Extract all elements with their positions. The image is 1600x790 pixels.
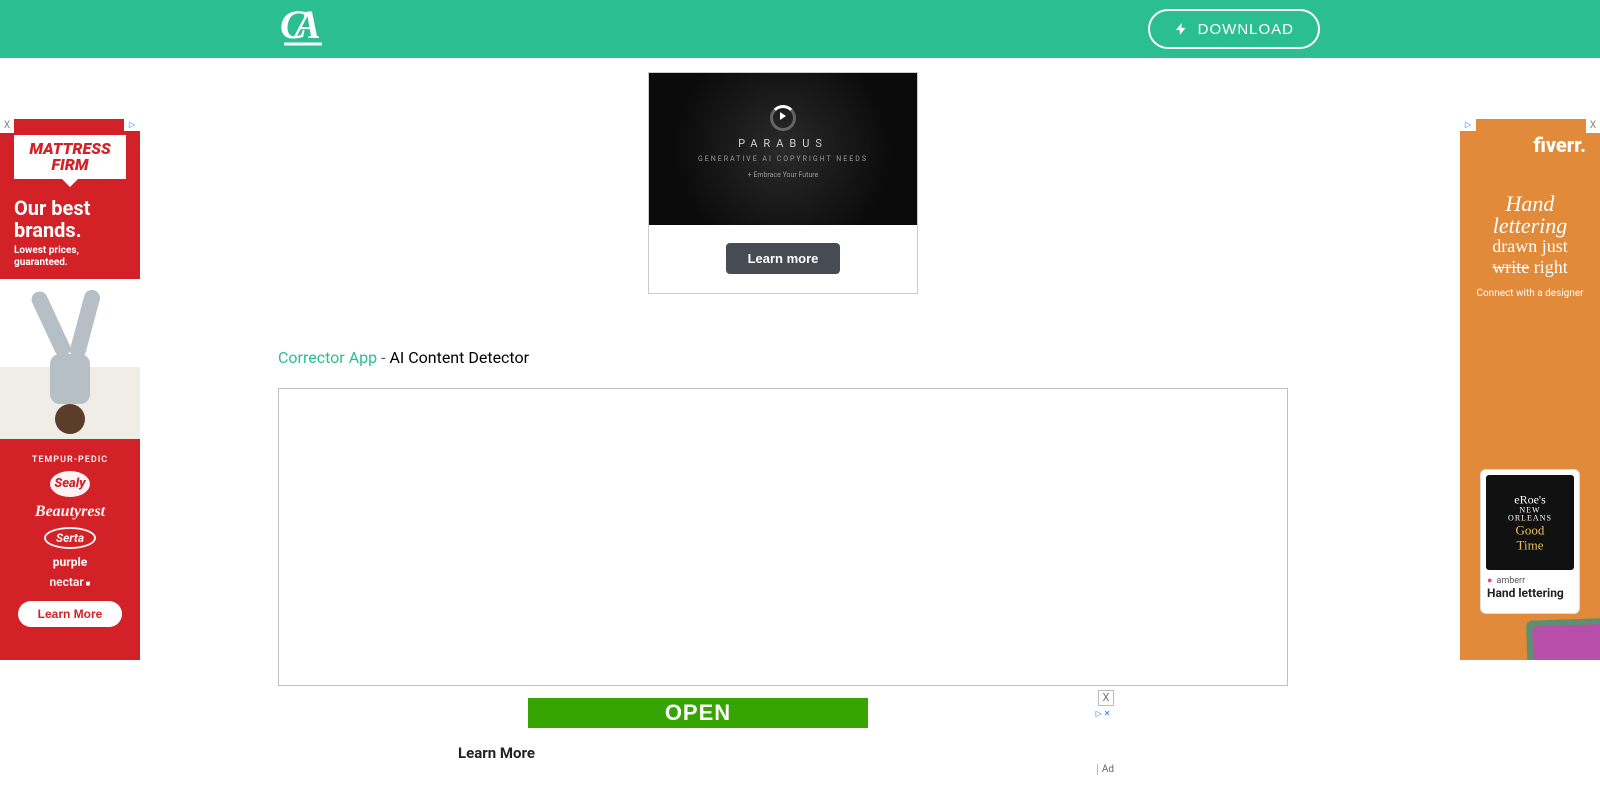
ad-card-user: amberr: [1481, 575, 1579, 586]
breadcrumb: Corrector App - AI Content Detector: [278, 348, 529, 367]
adchoices-icon[interactable]: ▷: [1460, 119, 1476, 131]
loading-spinner-icon: [770, 105, 796, 131]
breadcrumb-home-link[interactable]: Corrector App: [278, 348, 377, 367]
breadcrumb-current: AI Content Detector: [389, 348, 529, 367]
ca-logo-icon: C A: [280, 4, 326, 48]
right-sidebar-ad[interactable]: ▷ X fiverr Hand lettering drawn just wri…: [1460, 119, 1600, 660]
bottom-banner-ad[interactable]: X ▷ ✕ OPEN Learn More Ad: [458, 698, 1108, 762]
ad-open-button[interactable]: OPEN: [528, 698, 868, 728]
ad-subtitle-2: + Embrace Your Future: [649, 171, 917, 179]
download-label: DOWNLOAD: [1198, 21, 1294, 38]
ad-copy: Hand lettering drawn just write right: [1460, 157, 1600, 278]
ad-close-button[interactable]: X: [1098, 690, 1114, 706]
ad-photo: [0, 279, 140, 439]
top-banner-ad[interactable]: ▷ ✕ PARABUS GENERATIVE AI COPYRIGHT NEED…: [648, 72, 918, 294]
download-button[interactable]: DOWNLOAD: [1148, 9, 1320, 49]
bolt-icon: [1174, 22, 1188, 36]
breadcrumb-separator: -: [377, 348, 389, 367]
adchoices-icon[interactable]: ▷ ✕: [1092, 708, 1114, 720]
ad-subtitle: GENERATIVE AI COPYRIGHT NEEDS: [649, 155, 917, 163]
ad-background-card: Hand lettering: [1526, 617, 1600, 660]
ad-learn-more-button[interactable]: Learn more: [726, 243, 841, 274]
ad-card-art: eRoe's NEW ORLEANS Good Time: [1486, 475, 1574, 570]
content-input[interactable]: [278, 388, 1288, 686]
ad-subhead: Lowest prices, guaranteed.: [0, 245, 140, 269]
ad-connect-text: Connect with a designer: [1460, 288, 1600, 299]
ad-headline: Our best brands.: [0, 189, 140, 245]
ad-video-placeholder[interactable]: PARABUS GENERATIVE AI COPYRIGHT NEEDS + …: [649, 73, 917, 225]
left-sidebar-ad[interactable]: X ▷ MATTRESS FIRM Our best brands. Lowes…: [0, 119, 140, 660]
svg-text:A: A: [291, 4, 321, 47]
ad-card-title: Hand lettering: [1481, 586, 1579, 600]
ad-label: Ad: [1097, 764, 1114, 775]
ad-learn-more-button[interactable]: Learn More: [18, 601, 123, 627]
adchoices-icon[interactable]: ▷: [124, 119, 140, 131]
mattress-firm-logo: MATTRESS FIRM: [14, 135, 126, 179]
ad-close-button[interactable]: X: [1586, 119, 1600, 133]
ad-learn-more-text[interactable]: Learn More: [458, 744, 1108, 762]
ad-close-button[interactable]: X: [0, 119, 14, 133]
ad-sample-card[interactable]: eRoe's NEW ORLEANS Good Time amberr Hand…: [1480, 469, 1580, 614]
ad-brand-text: PARABUS: [649, 137, 917, 150]
site-logo[interactable]: C A: [280, 4, 326, 55]
fiverr-logo: fiverr: [1460, 119, 1600, 157]
ad-brand-list: TEMPUR-PEDIC Sealy Beautyrest Serta purp…: [0, 439, 140, 589]
site-header: C A DOWNLOAD: [0, 0, 1600, 58]
